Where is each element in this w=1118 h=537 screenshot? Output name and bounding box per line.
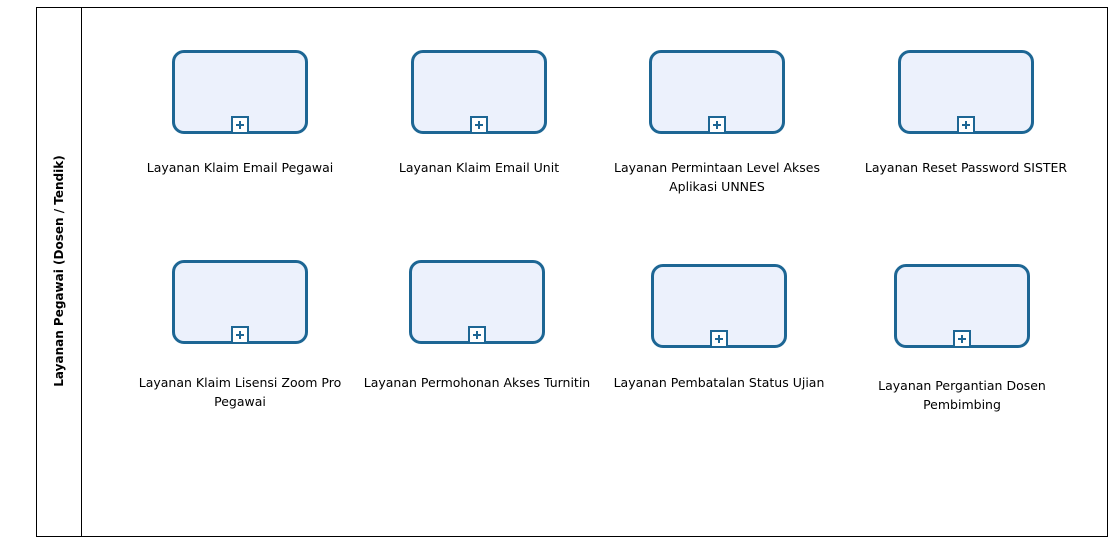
subprocess-task[interactable] [649,50,785,134]
lane-divider [81,7,82,537]
task-label: Layanan Permintaan Level Akses Aplikasi … [613,160,821,194]
plus-icon[interactable] [953,330,971,348]
subprocess-task[interactable] [898,50,1034,134]
task-label: Layanan Reset Password SISTER [864,160,1068,175]
plus-icon[interactable] [708,116,726,134]
task-label: Layanan Klaim Lisensi Zoom Pro Pegawai [138,375,342,409]
plus-icon[interactable] [468,326,486,344]
lane-title: Layanan Pegawai (Dosen / Tendik) [52,155,66,387]
subprocess-task[interactable] [172,260,308,344]
plus-icon[interactable] [231,326,249,344]
task-label: Layanan Pergantian Dosen Pembimbing [878,378,1046,412]
task-label: Layanan Klaim Email Unit [398,160,560,175]
task-label: Layanan Klaim Email Pegawai [146,160,334,175]
task-label: Layanan Permohonan Akses Turnitin [363,375,591,390]
plus-icon[interactable] [957,116,975,134]
subprocess-task[interactable] [411,50,547,134]
plus-icon[interactable] [231,116,249,134]
subprocess-task[interactable] [894,264,1030,348]
plus-icon[interactable] [470,116,488,134]
task-label: Layanan Pembatalan Status Ujian [613,375,825,390]
subprocess-task[interactable] [409,260,545,344]
subprocess-task[interactable] [172,50,308,134]
plus-icon[interactable] [710,330,728,348]
subprocess-task[interactable] [651,264,787,348]
